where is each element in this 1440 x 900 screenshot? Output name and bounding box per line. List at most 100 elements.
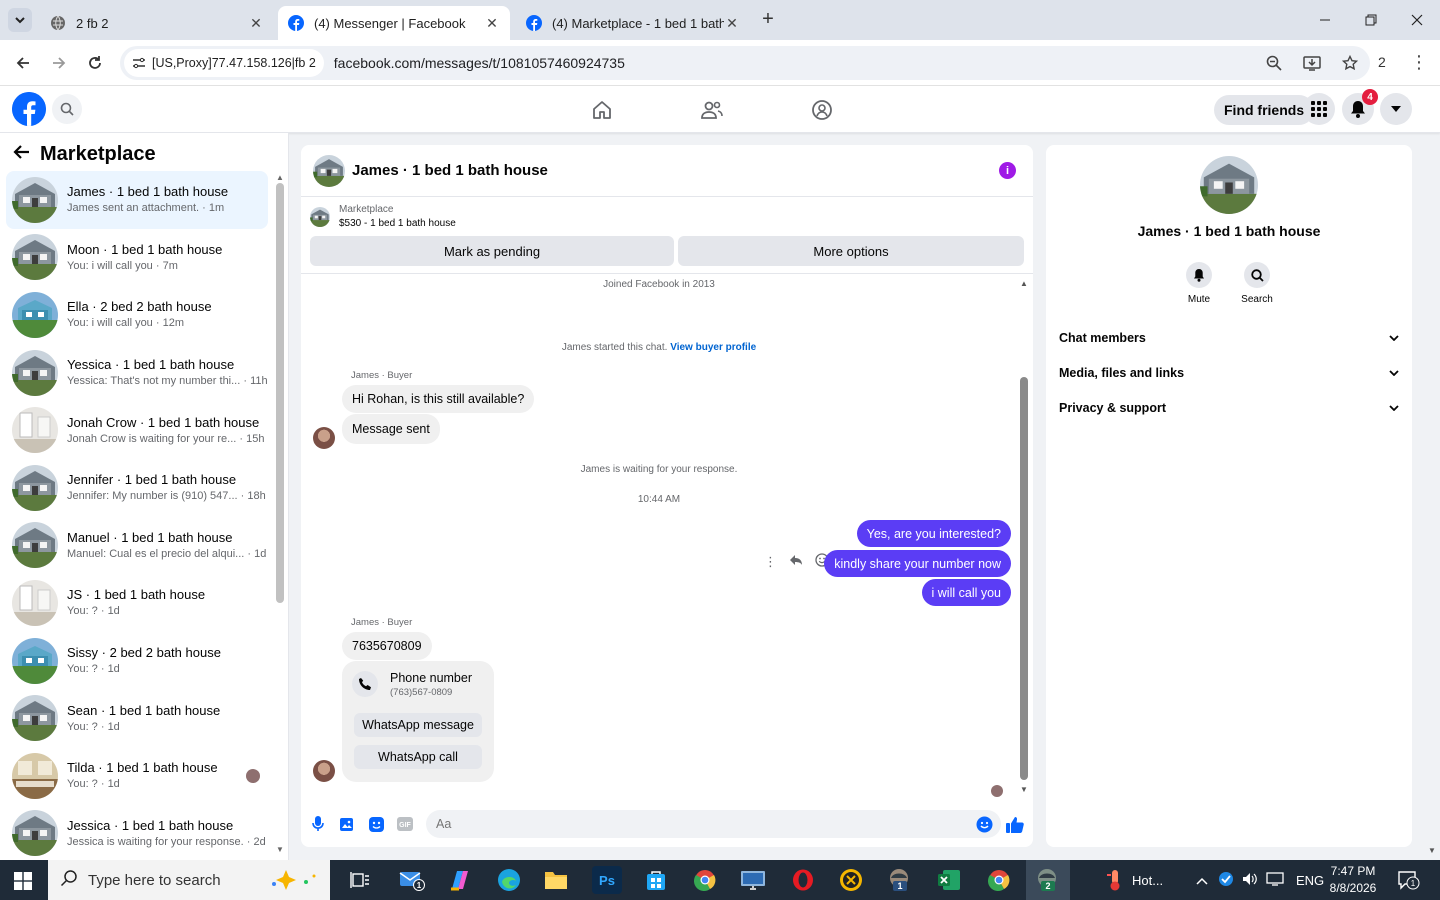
tab-close-icon[interactable]: ✕ bbox=[724, 15, 740, 32]
start-button[interactable] bbox=[14, 872, 32, 895]
conversation-item[interactable]: Ella · 2 bed 2 bath house You: i will cal… bbox=[6, 286, 268, 344]
weather-widget[interactable]: Hot... bbox=[1106, 860, 1163, 900]
taskbar-search-box[interactable]: Type here to search bbox=[48, 860, 330, 900]
new-tab-button[interactable]: + bbox=[756, 8, 780, 32]
outgoing-message[interactable]: i will call you bbox=[921, 579, 1011, 606]
friends-nav-button[interactable] bbox=[698, 96, 726, 124]
conversation-item[interactable]: Jennifer · 1 bed 1 bath house Jennifer: M… bbox=[6, 459, 268, 517]
system-clock[interactable]: 7:47 PM 8/8/2026 bbox=[1322, 863, 1384, 897]
message-input[interactable] bbox=[426, 810, 1001, 838]
tab-close-icon[interactable]: ✕ bbox=[248, 15, 264, 32]
back-arrow-icon[interactable] bbox=[12, 143, 30, 166]
omnibox[interactable]: [US,Proxy]77.47.158.126|fb 2 facebook.co… bbox=[120, 46, 1370, 80]
site-info-chip[interactable]: [US,Proxy]77.47.158.126|fb 2 bbox=[124, 49, 324, 77]
media-files-links-section[interactable]: Media, files and links bbox=[1059, 358, 1399, 388]
browser-menu-icon[interactable]: ⋮ bbox=[1410, 52, 1428, 73]
browser-tab-2[interactable]: (4) Messenger | Facebook ✕ bbox=[278, 6, 510, 40]
sender-avatar[interactable] bbox=[313, 427, 335, 449]
excel-app-icon[interactable] bbox=[934, 866, 964, 894]
privacy-support-section[interactable]: Privacy & support bbox=[1059, 393, 1399, 423]
outgoing-message[interactable]: kindly share your number now bbox=[824, 550, 1011, 577]
conversation-item[interactable]: James · 1 bed 1 bath house James sent an … bbox=[6, 171, 268, 229]
emoji-icon[interactable] bbox=[975, 815, 993, 833]
input-language[interactable]: ENG bbox=[1296, 873, 1324, 888]
photo-icon[interactable] bbox=[338, 815, 356, 833]
scroll-up-arrow[interactable]: ▲ bbox=[276, 173, 284, 182]
conversation-item[interactable]: Jonah Crow · 1 bed 1 bath house Jonah Cro… bbox=[6, 401, 268, 459]
facebook-search-button[interactable] bbox=[52, 94, 82, 124]
reply-icon[interactable] bbox=[789, 554, 803, 569]
thumbs-up-icon[interactable] bbox=[1006, 815, 1024, 833]
account-button[interactable] bbox=[1380, 93, 1412, 125]
outgoing-message[interactable]: Yes, are you interested? bbox=[856, 520, 1011, 547]
conversation-list-scrollbar[interactable] bbox=[276, 183, 284, 603]
network-icon[interactable] bbox=[1266, 871, 1284, 889]
minimize-button[interactable] bbox=[1302, 0, 1348, 40]
profile-browser-icon-1[interactable]: 1 bbox=[885, 866, 915, 894]
chrome-app-icon-2[interactable] bbox=[984, 866, 1014, 894]
back-button[interactable] bbox=[11, 51, 35, 75]
home-nav-button[interactable] bbox=[588, 96, 616, 124]
restore-button[interactable] bbox=[1348, 0, 1394, 40]
scroll-down-arrow[interactable]: ▼ bbox=[1020, 785, 1028, 794]
vpn-status-icon[interactable] bbox=[1218, 871, 1234, 890]
sender-avatar[interactable] bbox=[313, 760, 335, 782]
facebook-logo-icon[interactable] bbox=[12, 92, 46, 126]
chat-header[interactable]: James · 1 bed 1 bath house i bbox=[301, 145, 1033, 197]
scroll-down-arrow[interactable]: ▼ bbox=[276, 845, 284, 854]
mail-app-icon[interactable]: 1 bbox=[397, 866, 427, 894]
install-app-icon[interactable] bbox=[1302, 53, 1322, 73]
profile-browser-icon-2-active[interactable]: 2 bbox=[1026, 860, 1070, 900]
sticker-icon[interactable] bbox=[367, 815, 385, 833]
mark-as-pending-button[interactable]: Mark as pending bbox=[310, 236, 674, 266]
conversation-item[interactable]: Tilda · 1 bed 1 bath house You: ? · 1d bbox=[6, 747, 268, 805]
view-buyer-profile-link[interactable]: View buyer profile bbox=[670, 342, 756, 353]
url-text[interactable]: facebook.com/messages/t/1081057460924735 bbox=[334, 55, 625, 71]
show-hidden-icons-chevron-up-icon[interactable] bbox=[1196, 873, 1208, 888]
bookmark-star-icon[interactable] bbox=[1340, 53, 1360, 73]
chat-avatar[interactable] bbox=[313, 154, 345, 187]
search-conversation-button[interactable]: Search bbox=[1232, 262, 1282, 305]
forward-button[interactable] bbox=[47, 51, 71, 75]
chrome-app-icon[interactable] bbox=[690, 866, 720, 894]
file-explorer-icon[interactable] bbox=[541, 866, 571, 894]
incoming-message[interactable]: 7635670809 bbox=[342, 632, 432, 660]
zoom-icon[interactable] bbox=[1264, 53, 1284, 73]
browser-tab-1[interactable]: 2 fb 2 ✕ bbox=[40, 6, 274, 40]
browser-tab-3[interactable]: (4) Marketplace - 1 bed 1 bath ✕ bbox=[516, 6, 750, 40]
opera-browser-icon[interactable] bbox=[788, 866, 818, 894]
cyberlink-app-icon[interactable] bbox=[836, 866, 866, 894]
incoming-message[interactable]: Message sent bbox=[342, 414, 440, 444]
photoshop-icon[interactable]: Ps bbox=[592, 866, 622, 894]
tab-close-icon[interactable]: ✕ bbox=[484, 15, 500, 32]
incoming-message[interactable]: Hi Rohan, is this still available? bbox=[342, 385, 535, 413]
chat-title[interactable]: James · 1 bed 1 bath house bbox=[352, 162, 548, 179]
reload-button[interactable] bbox=[83, 51, 107, 75]
message-thread-scrollbar[interactable] bbox=[1020, 377, 1028, 780]
scroll-up-arrow[interactable]: ▲ bbox=[1020, 279, 1028, 288]
profile-button[interactable]: 2 bbox=[1378, 54, 1386, 70]
profile-avatar[interactable] bbox=[1200, 156, 1258, 214]
find-friends-button[interactable]: Find friends bbox=[1214, 95, 1315, 125]
conversation-item[interactable]: JS · 1 bed 1 bath house You: ? · 1d bbox=[6, 574, 268, 632]
conversation-item[interactable]: Sean · 1 bed 1 bath house You: ? · 1d bbox=[6, 689, 268, 747]
mute-button[interactable]: Mute bbox=[1174, 262, 1224, 305]
edge-browser-icon[interactable] bbox=[494, 866, 524, 894]
conversation-item[interactable]: Yessica · 1 bed 1 bath house Yessica: Tha… bbox=[6, 344, 268, 402]
conversation-item[interactable]: Jessica · 1 bed 1 bath house Jessica is w… bbox=[6, 805, 268, 863]
conversation-item[interactable]: Sissy · 2 bed 2 bath house You: ? · 1d bbox=[6, 632, 268, 690]
action-center-button[interactable]: 1 bbox=[1398, 860, 1420, 900]
groups-nav-button[interactable] bbox=[808, 96, 836, 124]
page-scroll-down-arrow[interactable]: ▼ bbox=[1428, 846, 1436, 855]
copilot-app-icon[interactable] bbox=[445, 866, 475, 894]
remote-desktop-icon[interactable] bbox=[738, 866, 768, 894]
more-options-button[interactable]: More options bbox=[678, 236, 1024, 266]
gif-icon[interactable]: GIF bbox=[396, 815, 414, 833]
listing-thumbnail[interactable] bbox=[310, 207, 330, 227]
task-view-icon[interactable] bbox=[345, 866, 375, 894]
volume-icon[interactable] bbox=[1242, 872, 1258, 889]
conversation-item[interactable]: Manuel · 1 bed 1 bath house Manuel: Cual … bbox=[6, 517, 268, 575]
whatsapp-call-button[interactable]: WhatsApp call bbox=[354, 745, 482, 769]
microphone-icon[interactable] bbox=[309, 815, 327, 833]
close-window-button[interactable] bbox=[1394, 0, 1440, 40]
